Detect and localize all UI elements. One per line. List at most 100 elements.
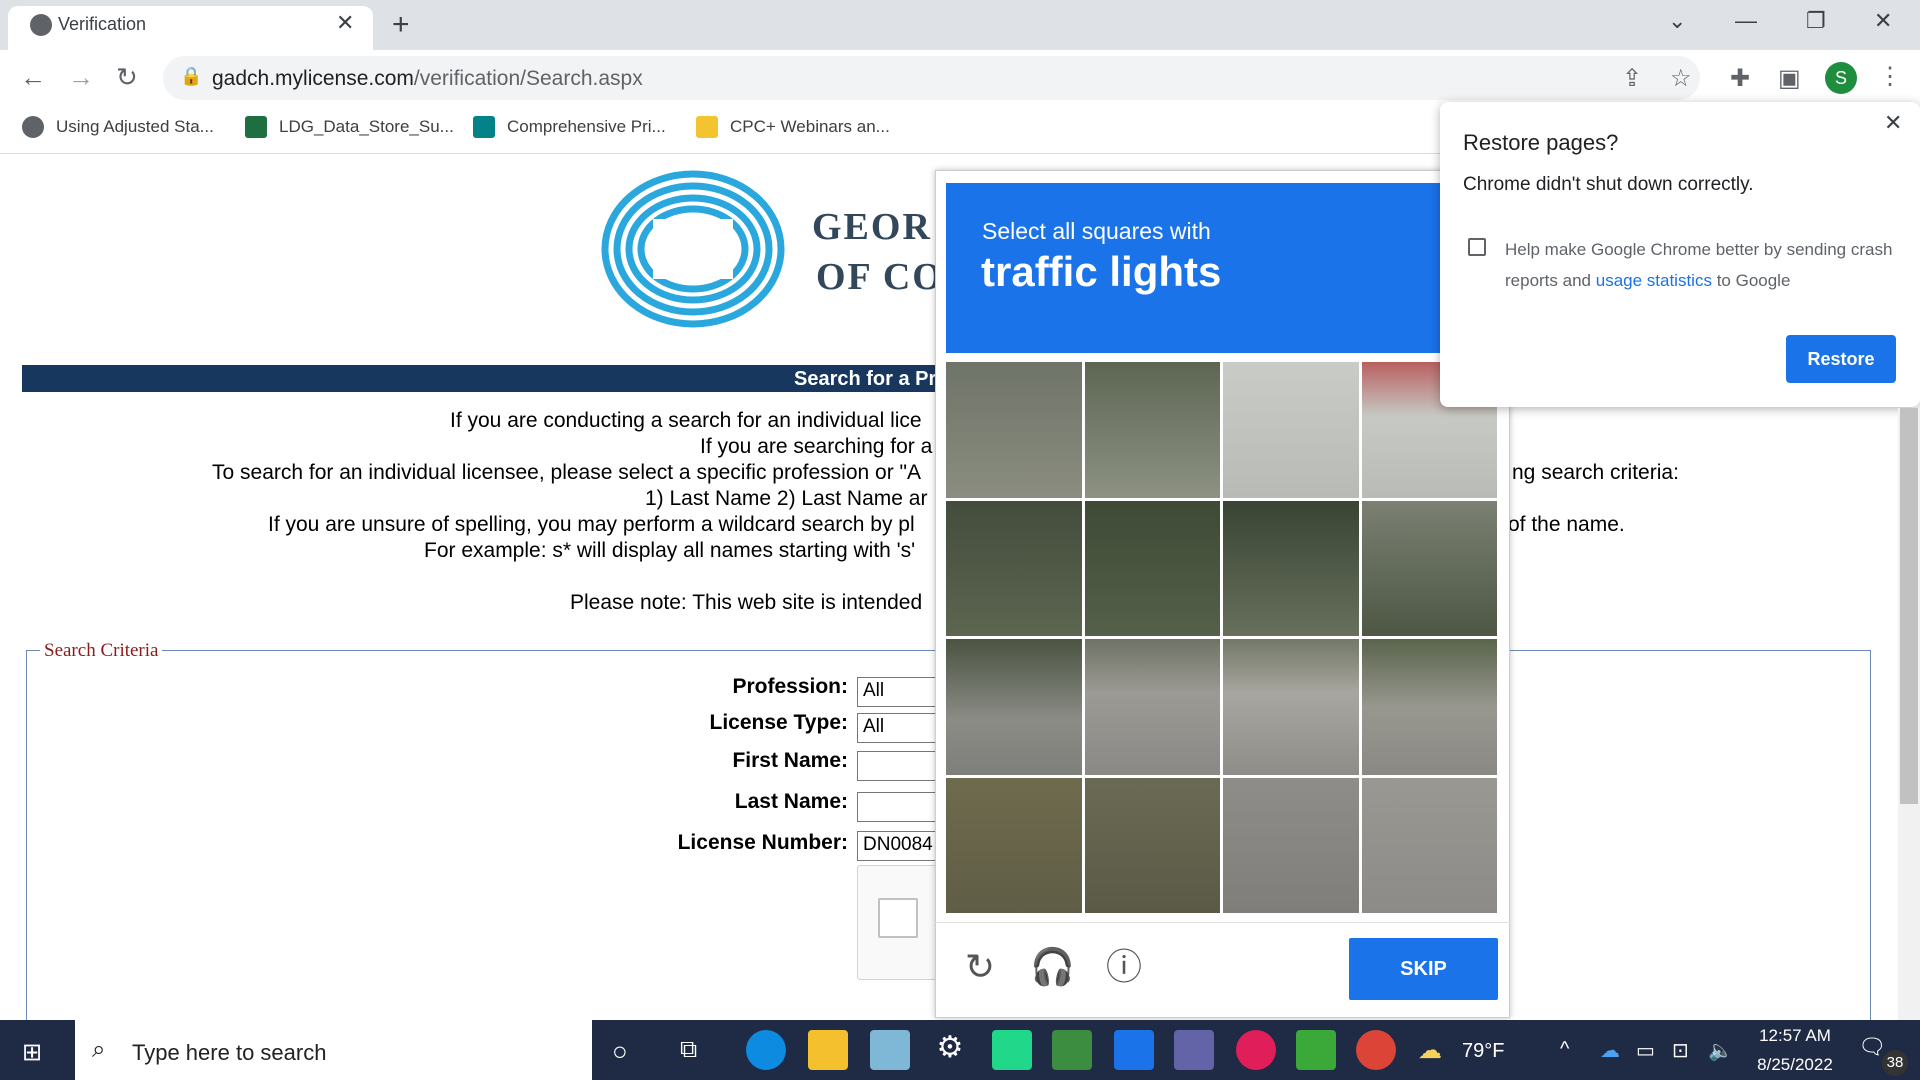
url-text[interactable]: gadch.mylicense.com/verification/Search.… (212, 67, 643, 91)
close-icon[interactable]: ✕ (1884, 110, 1902, 136)
network-icon[interactable]: ⊡ (1672, 1038, 1689, 1063)
profile-avatar[interactable]: S (1825, 62, 1857, 94)
close-tab-icon[interactable]: ✕ (336, 10, 354, 36)
cortana-icon[interactable]: ○ (612, 1036, 628, 1067)
sharepoint-icon (473, 116, 495, 138)
battery-icon[interactable]: ▭ (1636, 1038, 1655, 1063)
crash-report-text-post: to Google (1711, 271, 1791, 290)
info-icon[interactable]: ⓘ (1102, 945, 1146, 989)
usage-statistics-link[interactable]: usage statistics (1596, 271, 1712, 290)
captcha-tile[interactable] (1223, 362, 1359, 498)
captcha-tile[interactable] (1084, 362, 1220, 498)
tray-chevron-icon[interactable]: ^ (1560, 1038, 1569, 1061)
captcha-tile[interactable] (1084, 777, 1220, 913)
captcha-tile[interactable] (946, 777, 1082, 913)
captcha-tile[interactable] (1361, 500, 1497, 636)
app-s-icon[interactable] (1114, 1030, 1154, 1070)
globe-icon (30, 14, 52, 36)
chrome-icon[interactable] (1356, 1030, 1396, 1070)
intro-line: ng search criteria: (1512, 461, 1679, 484)
logo-text-line1: GEOR (812, 206, 932, 248)
bookmark-label: CPC+ Webinars an... (730, 117, 890, 136)
lock-icon[interactable]: 🔒 (180, 66, 202, 87)
captcha-grid (946, 362, 1497, 913)
restore-title: Restore pages? (1463, 130, 1619, 155)
git-icon[interactable] (1052, 1030, 1092, 1070)
captcha-tile[interactable] (1223, 639, 1359, 775)
bookmark-item[interactable]: Using Adjusted Sta... (22, 116, 214, 138)
intro-line: 1) Last Name 2) Last Name ar (645, 487, 928, 510)
captcha-tile[interactable] (946, 500, 1082, 636)
slack-icon[interactable] (1236, 1030, 1276, 1070)
settings-icon[interactable]: ⚙ (930, 1030, 970, 1070)
tab-search-icon[interactable]: ⌄ (1668, 8, 1686, 34)
task-view-icon[interactable]: ⧉ (680, 1036, 697, 1064)
crash-report-checkbox[interactable] (1468, 238, 1486, 256)
notifications-icon[interactable]: 🗨 (1858, 1034, 1886, 1060)
scrollbar-thumb[interactable] (1900, 408, 1918, 804)
captcha-footer-divider (935, 922, 1510, 923)
clock-date[interactable]: 8/25/2022 (1740, 1055, 1850, 1075)
notepad-icon[interactable] (870, 1030, 910, 1070)
folder-icon (696, 116, 718, 138)
side-panel-icon[interactable]: ▣ (1778, 64, 1801, 93)
banner-title: Search for a Pro (794, 368, 949, 390)
bookmark-label: Using Adjusted Sta... (56, 117, 214, 136)
profession-label: Profession: (732, 675, 848, 698)
intro-line: If you are unsure of spelling, you may p… (268, 513, 915, 536)
search-icon: ⌕ (92, 1036, 106, 1063)
captcha-tile[interactable] (1223, 500, 1359, 636)
teams-icon[interactable] (1174, 1030, 1214, 1070)
close-window-button[interactable]: ✕ (1874, 8, 1892, 34)
restore-button[interactable]: Restore (1786, 335, 1896, 383)
first-name-label: First Name: (732, 749, 848, 772)
crash-report-text: Help make Google Chrome better by sendin… (1505, 234, 1895, 296)
menu-icon[interactable]: ⋮ (1878, 62, 1902, 91)
bookmark-item[interactable]: LDG_Data_Store_Su... (245, 116, 454, 138)
intro-line: of the name. (1508, 513, 1625, 536)
reload-challenge-icon[interactable]: ↻ (958, 945, 1002, 989)
board-logo-icon (601, 170, 785, 328)
weather-temp[interactable]: 79°F (1462, 1040, 1504, 1063)
bookmark-item[interactable]: Comprehensive Pri... (473, 116, 666, 138)
intro-line: If you are conducting a search for an in… (450, 409, 922, 432)
audio-challenge-icon[interactable]: 🎧 (1030, 945, 1075, 989)
captcha-tile[interactable] (1223, 777, 1359, 913)
weather-icon[interactable]: ☁ (1418, 1036, 1442, 1065)
minimize-button[interactable]: — (1735, 8, 1757, 34)
edge-icon[interactable] (746, 1030, 786, 1070)
reload-icon[interactable]: ↻ (116, 62, 138, 93)
forward-icon[interactable]: → (68, 62, 94, 93)
captcha-tile[interactable] (1361, 777, 1497, 913)
captcha-tile[interactable] (1084, 500, 1220, 636)
captcha-prompt: Select all squares with (982, 218, 1211, 244)
extensions-icon[interactable]: ✚ (1730, 64, 1750, 93)
star-icon[interactable]: ☆ (1670, 64, 1692, 93)
clock-time[interactable]: 12:57 AM (1740, 1026, 1850, 1046)
pycharm-icon[interactable] (992, 1030, 1032, 1070)
skip-button[interactable]: SKIP (1349, 938, 1498, 1000)
onedrive-icon[interactable]: ☁ (1600, 1038, 1620, 1063)
restore-window-button[interactable]: ❐ (1806, 8, 1826, 34)
volume-icon[interactable]: 🔈 (1708, 1038, 1733, 1063)
intro-line: To search for an individual licensee, pl… (212, 461, 921, 484)
url-host: gadch.mylicense.com (212, 67, 414, 90)
new-tab-button[interactable]: + (392, 8, 410, 42)
captcha-tile[interactable] (946, 639, 1082, 775)
recaptcha-checkbox[interactable] (878, 898, 918, 938)
bookmark-label: LDG_Data_Store_Su... (279, 117, 454, 136)
media-player-icon[interactable] (1296, 1030, 1336, 1070)
captcha-tile[interactable] (1361, 639, 1497, 775)
file-explorer-icon[interactable] (808, 1030, 848, 1070)
restore-message: Chrome didn't shut down correctly. (1463, 174, 1754, 195)
bookmark-item[interactable]: CPC+ Webinars an... (696, 116, 890, 138)
share-icon[interactable]: ⇪ (1622, 64, 1642, 93)
captcha-tile[interactable] (1084, 639, 1220, 775)
back-icon[interactable]: ← (20, 62, 46, 93)
captcha-tile[interactable] (946, 362, 1082, 498)
windows-start-icon[interactable]: ⊞ (22, 1038, 42, 1067)
taskbar-search-placeholder: Type here to search (132, 1040, 327, 1065)
globe-icon (22, 116, 44, 138)
excel-icon (245, 116, 267, 138)
license-number-label: License Number: (677, 831, 848, 854)
